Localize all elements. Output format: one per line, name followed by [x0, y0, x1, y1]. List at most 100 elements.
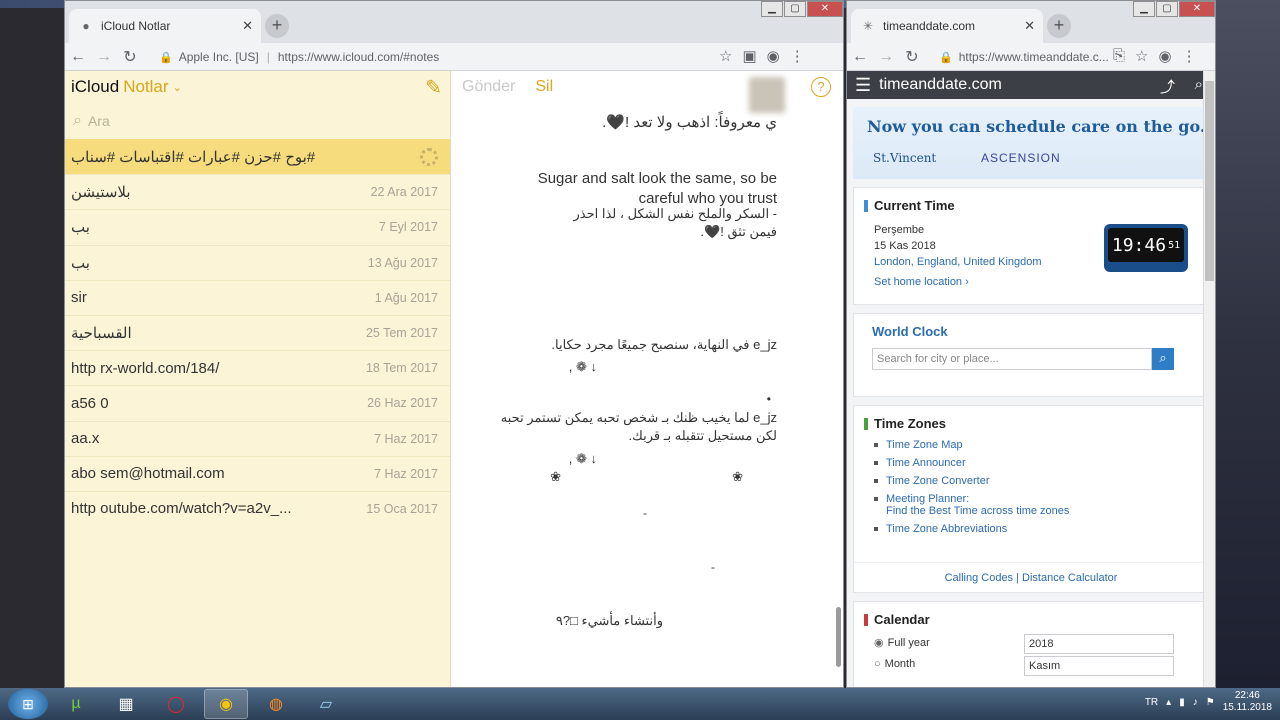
tray-expand-icon[interactable]: ▴	[1166, 697, 1171, 708]
firefox-icon[interactable]: ◍	[254, 689, 298, 719]
note-item[interactable]: بلاستيشن 22 Ara 2017	[65, 174, 450, 209]
link-time-zone-abbreviations[interactable]: Time Zone Abbreviations	[874, 523, 1208, 535]
note-item[interactable]: بب 13 Ağu 2017	[65, 244, 450, 280]
url-text: https://www.timeanddate.c...	[958, 50, 1109, 64]
system-tray: TR ▴ ▮ ♪ ⚑ 22:46 15.11.2018	[1145, 690, 1272, 714]
note-item[interactable]: a56 0 26 Haz 2017	[65, 385, 450, 420]
compose-icon[interactable]: ✎	[425, 75, 442, 100]
tab-icloud-notes[interactable]: ● iCloud Notlar ✕	[69, 9, 261, 43]
note-item[interactable]: aa.x 7 Haz 2017	[65, 420, 450, 456]
link-time-announcer[interactable]: Time Announcer	[874, 457, 1208, 469]
delete-button[interactable]: Sil	[535, 78, 553, 96]
window-controls: ▁ ▢ ✕	[1132, 1, 1215, 19]
forward-icon[interactable]: →	[873, 48, 899, 66]
note-editor[interactable]: Gönder Sil ? ي معروفاً: اذهب ولا تعد !🖤.…	[452, 71, 843, 687]
account-icon[interactable]: ◉	[1158, 47, 1171, 65]
file-explorer-icon[interactable]: ▱	[304, 689, 348, 719]
note-item[interactable]: abo sem@hotmail.com 7 Haz 2017	[65, 455, 450, 491]
start-button[interactable]: ⊞	[8, 689, 48, 719]
close-tab-icon[interactable]: ✕	[1024, 18, 1035, 34]
link-time-zone-map[interactable]: Time Zone Map	[874, 439, 1208, 451]
tray-clock[interactable]: 22:46 15.11.2018	[1223, 690, 1272, 714]
close-tab-icon[interactable]: ✕	[242, 18, 253, 34]
star-icon[interactable]: ☆	[1135, 47, 1148, 65]
distance-calculator-link[interactable]: Distance Calculator	[1022, 572, 1117, 584]
app-icon[interactable]: ▦	[104, 689, 148, 719]
forward-icon[interactable]: →	[91, 48, 117, 66]
link-meeting-planner[interactable]: Meeting Planner: Find the Best Time acros…	[874, 493, 1208, 517]
month-radio[interactable]: Month	[874, 658, 916, 670]
scrollbar-thumb[interactable]	[1205, 81, 1214, 281]
minimize-button[interactable]: ▁	[1133, 1, 1155, 17]
send-button[interactable]: Gönder	[462, 78, 515, 96]
note-line-symbols: ↓ ❁ ,	[568, 359, 597, 374]
reload-icon[interactable]: ↻	[117, 47, 143, 67]
calling-codes-link[interactable]: Calling Codes	[945, 572, 1013, 584]
translate-icon[interactable]: ⎘	[1113, 47, 1125, 65]
close-window-button[interactable]: ✕	[807, 1, 843, 17]
section-heading[interactable]: World Clock	[854, 314, 1208, 339]
extension-icon[interactable]: ▣	[742, 47, 756, 65]
help-icon[interactable]: ?	[811, 77, 831, 97]
hamburger-menu-icon[interactable]: ☰	[855, 75, 871, 96]
note-item[interactable]: sir 1 Ağu 2017	[65, 279, 450, 315]
note-line: ي معروفاً: اذهب ولا تعد !🖤.	[602, 114, 777, 131]
advertisement-banner[interactable]: Now you can schedule care on the go. St.…	[853, 107, 1209, 179]
location-link[interactable]: London, England, United Kingdom	[874, 256, 1042, 268]
notes-app-menu[interactable]: Notlar	[123, 77, 168, 97]
note-item[interactable]: http outube.com/watch?v=a2v_... 15 Oca 20…	[65, 490, 450, 526]
language-indicator[interactable]: TR	[1145, 697, 1158, 708]
flag-icon[interactable]: ⚑	[1206, 697, 1215, 708]
city-search-input[interactable]: Search for city or place...	[872, 348, 1152, 370]
note-title: http outube.com/watch?v=a2v_...	[71, 500, 292, 518]
note-bullet: •	[766, 392, 771, 406]
note-item[interactable]: http rx-world.com/184/18 Tem 2017	[65, 350, 450, 385]
link-time-zone-converter[interactable]: Time Zone Converter	[874, 475, 1208, 487]
star-icon[interactable]: ☆	[719, 47, 732, 65]
back-icon[interactable]: ←	[847, 48, 873, 66]
windows-taskbar: ⊞ µ ▦ ◯ ◉ ◍ ▱ TR ▴ ▮ ♪ ⚑ 22:46 15.11.201…	[0, 688, 1280, 720]
clock-time: 19:46	[1111, 234, 1167, 256]
tab-title: iCloud Notlar	[101, 19, 171, 33]
current-time-card: Current Time Perşembe 15 Kas 2018 London…	[853, 187, 1209, 305]
note-line: e_jz في النهاية، سنصبح جميعًا مجرد حكايا…	[551, 337, 777, 352]
page-scrollbar[interactable]	[1203, 71, 1215, 687]
editor-scrollbar[interactable]	[836, 607, 841, 667]
close-window-button[interactable]: ✕	[1179, 1, 1215, 17]
menu-icon[interactable]: ⋮	[790, 47, 805, 65]
opera-icon[interactable]: ◯	[154, 689, 198, 719]
note-item[interactable]: بب 7 Eyl 2017	[65, 209, 450, 244]
note-date: 22 Ara 2017	[370, 185, 438, 200]
note-item-selected[interactable]: #بوح #حزن #عبارات #اقتباسات #سناب	[65, 139, 450, 175]
new-tab-button[interactable]: +	[265, 14, 289, 38]
network-icon[interactable]: ▮	[1179, 697, 1185, 708]
address-bar[interactable]: 🔒 Apple Inc. [US] | https://www.icloud.c…	[151, 45, 751, 69]
account-icon[interactable]: ◉	[767, 47, 780, 65]
note-item[interactable]: القسباحية 25 Tem 2017	[65, 314, 450, 350]
address-bar[interactable]: 🔒 https://www.timeanddate.c...	[931, 45, 1121, 69]
notes-search[interactable]: ⌕ Ara	[65, 103, 450, 139]
search-icon[interactable]: ⌕	[1195, 76, 1203, 93]
site-logo[interactable]: timeanddate.com	[879, 76, 1002, 94]
tab-timeanddate[interactable]: ✳ timeanddate.com ✕	[851, 9, 1043, 43]
note-title: بب	[71, 219, 90, 237]
utorrent-icon[interactable]: µ	[54, 689, 98, 719]
year-input[interactable]: 2018	[1024, 634, 1174, 654]
chrome-icon[interactable]: ◉	[204, 689, 248, 719]
new-tab-button[interactable]: +	[1047, 14, 1071, 38]
back-icon[interactable]: ←	[65, 48, 91, 66]
chevron-down-icon[interactable]: ⌄	[173, 81, 182, 94]
reload-icon[interactable]: ↻	[899, 47, 925, 67]
share-icon[interactable]: ⤴	[1160, 76, 1175, 97]
set-home-location-link[interactable]: Set home location ›	[874, 276, 969, 288]
maximize-button[interactable]: ▢	[1156, 1, 1178, 17]
maximize-button[interactable]: ▢	[784, 1, 806, 17]
note-line: وأنتشاء مأشيء □?٩	[555, 613, 663, 628]
minimize-button[interactable]: ▁	[761, 1, 783, 17]
share-avatar[interactable]	[749, 77, 785, 113]
full-year-radio[interactable]: Full year	[874, 636, 930, 649]
volume-icon[interactable]: ♪	[1193, 697, 1198, 708]
menu-icon[interactable]: ⋮	[1182, 47, 1197, 65]
search-button-icon[interactable]: ⌕	[1152, 348, 1174, 370]
month-select[interactable]: Kasım	[1024, 656, 1174, 676]
